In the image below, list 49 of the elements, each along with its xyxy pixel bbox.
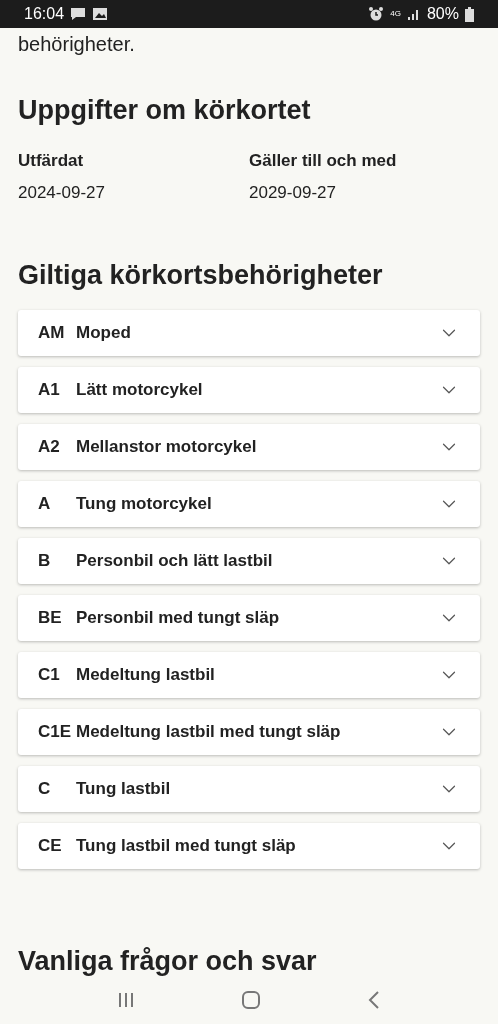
message-icon [70, 7, 87, 21]
field-value: 2029-09-27 [249, 181, 337, 204]
category-code: BE [38, 607, 63, 630]
category-code: C [38, 778, 52, 801]
category-code: AM [38, 322, 66, 345]
category-accordion-item[interactable]: A1 Lätt motorcykel [18, 367, 480, 413]
alarm-icon [368, 6, 385, 22]
category-name: Personbil med tungt släp [76, 607, 281, 630]
category-name: Personbil och lätt lastbil [76, 550, 274, 573]
category-name: Medeltung lastbil [76, 664, 216, 687]
category-code: C1 [38, 664, 61, 687]
battery-percent: 80% [426, 4, 459, 24]
field-value: 2024-09-27 [18, 181, 106, 204]
image-icon [92, 7, 109, 21]
field-label: Gäller till och med [249, 150, 398, 172]
category-accordion-item[interactable]: B Personbil och lätt lastbil [18, 538, 480, 584]
category-name: Moped [76, 322, 132, 345]
home-icon[interactable] [241, 990, 261, 1010]
category-accordion-item[interactable]: BE Personbil med tungt släp [18, 595, 480, 641]
category-accordion-item[interactable]: C Tung lastbil [18, 766, 480, 812]
category-accordion-item[interactable]: C1 Medeltung lastbil [18, 652, 480, 698]
category-code: A2 [38, 436, 61, 459]
category-name: Tung lastbil [76, 778, 172, 801]
intro-text: behörigheter. [18, 32, 136, 56]
network-label: 4G [390, 10, 401, 18]
back-icon[interactable] [367, 990, 381, 1010]
category-name: Lätt motorcykel [76, 379, 204, 402]
section-heading: Uppgifter om körkortet [18, 94, 312, 126]
status-time: 16:04 [24, 4, 65, 24]
category-name: Tung motorcykel [76, 493, 213, 516]
category-code: B [38, 550, 52, 573]
category-code: A [38, 493, 52, 516]
category-name: Medeltung lastbil med tungt släp [76, 721, 342, 744]
category-name: Mellanstor motorcykel [76, 436, 258, 459]
signal-icon [406, 7, 421, 21]
category-code: CE [38, 835, 63, 858]
category-accordion-item[interactable]: A Tung motorcykel [18, 481, 480, 527]
category-accordion-item[interactable]: AM Moped [18, 310, 480, 356]
section-heading: Giltiga körkortsbehörigheter [18, 259, 384, 291]
field-label: Utfärdat [18, 150, 85, 172]
category-name: Tung lastbil med tungt släp [76, 835, 297, 858]
section-heading: Vanliga frågor och svar [18, 945, 318, 976]
category-code: C1E [38, 721, 73, 744]
category-accordion-item[interactable]: CE Tung lastbil med tungt släp [18, 823, 480, 869]
category-accordion-item[interactable]: C1E Medeltung lastbil med tungt släp [18, 709, 480, 755]
battery-icon [465, 6, 474, 22]
category-accordion-item[interactable]: A2 Mellanstor motorcykel [18, 424, 480, 470]
recent-apps-icon[interactable] [117, 991, 135, 1009]
category-code: A1 [38, 379, 61, 402]
